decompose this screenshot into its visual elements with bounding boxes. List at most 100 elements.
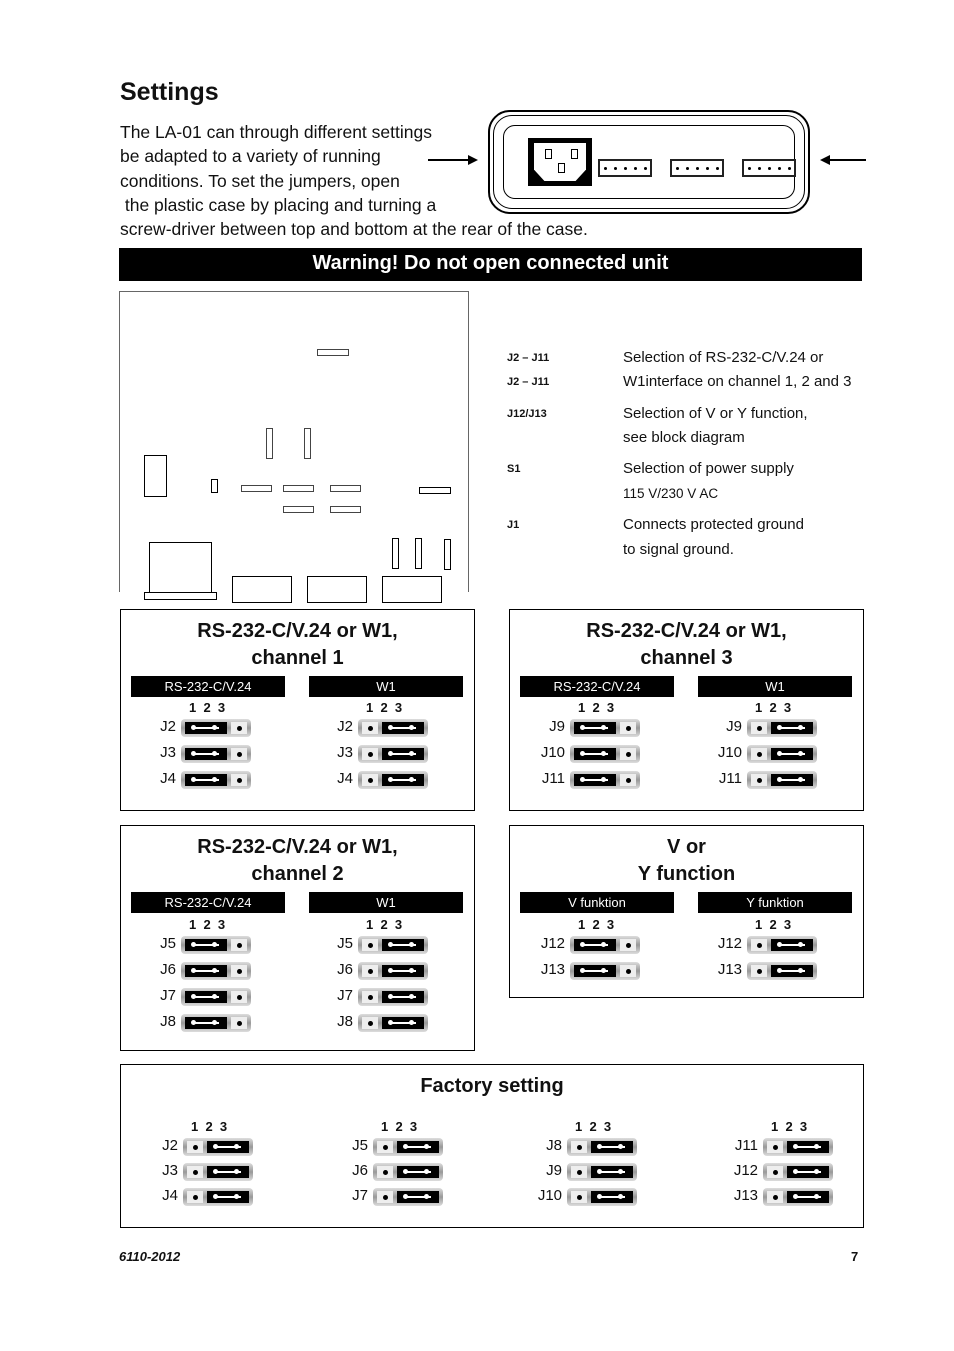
jumper-pin: [377, 1191, 393, 1203]
jumper-block: [763, 1138, 833, 1156]
panel-title: RS-232-C/V.24 or W1, channel 2: [121, 834, 474, 888]
jumper-pin: [362, 965, 378, 977]
jumper-pin: [187, 1191, 203, 1203]
jumper-pin: [751, 965, 767, 977]
jumper-label: J9: [726, 718, 742, 735]
jumper-pin: [362, 748, 378, 760]
jumper-label: J13: [733, 1187, 758, 1204]
option-header: Y funktion: [698, 892, 852, 913]
jumper-block: [570, 962, 640, 980]
jumper-label: J2: [337, 718, 353, 735]
panel-title-line: channel 3: [640, 647, 733, 669]
jumper-block: [358, 719, 428, 737]
jumper-cap: [574, 939, 616, 951]
jumper-pin: [231, 722, 247, 734]
panel-title-line: RS-232-C/V.24 or W1,: [197, 620, 398, 642]
arrow-left-icon: [820, 155, 866, 165]
jumper-label: J10: [717, 744, 742, 761]
jumper-cap: [574, 774, 616, 786]
jumper-block: [570, 936, 640, 954]
jumper-cap: [207, 1191, 249, 1203]
pin-numbers: 1 2 3: [578, 700, 615, 715]
channel-1-panel: RS-232-C/V.24 or W1, channel 1 RS-232-C/V.…: [120, 609, 475, 811]
jumper-pin: [751, 748, 767, 760]
jumper-label: J9: [546, 1162, 562, 1179]
option-header: W1: [309, 892, 463, 913]
jumper-block: [763, 1188, 833, 1206]
jumper-cap: [591, 1141, 633, 1153]
jumper-block: [567, 1188, 637, 1206]
jumper-label: J11: [734, 1137, 758, 1154]
option-header: RS-232-C/V.24: [131, 892, 285, 913]
jumper-pin: [620, 748, 636, 760]
jumper-block: [181, 936, 251, 954]
jumper-pin: [377, 1141, 393, 1153]
jumper-cap: [207, 1141, 249, 1153]
jumper-block: [747, 719, 817, 737]
panel-title-line: channel 2: [251, 863, 344, 885]
pin-numbers: 1 2 3: [575, 1119, 612, 1134]
jumper-block: [567, 1163, 637, 1181]
jumper-cap: [771, 748, 813, 760]
case-rear-diagram: [488, 110, 810, 214]
jumper-block: [181, 719, 251, 737]
legend-value: 115 V/230 V AC: [623, 486, 719, 501]
jumper-cap: [382, 722, 424, 734]
option-header: W1: [698, 676, 852, 697]
jumper-pin: [231, 748, 247, 760]
jumper-label: J3: [162, 1162, 178, 1179]
panel-title: Factory setting: [420, 1075, 564, 1097]
jumper-cap: [185, 722, 227, 734]
option-header: RS-232-C/V.24: [131, 676, 285, 697]
jumper-cap: [397, 1141, 439, 1153]
jumper-label: J2: [162, 1137, 178, 1154]
jumper-block: [358, 1014, 428, 1032]
page-title: Settings: [120, 78, 219, 106]
jumper-block: [181, 771, 251, 789]
connector-icon: [598, 159, 652, 177]
panel-title-line: RS-232-C/V.24 or W1,: [586, 620, 787, 642]
jumper-block: [358, 745, 428, 763]
jumper-cap: [185, 774, 227, 786]
jumper-block: [358, 988, 428, 1006]
jumper-label: J10: [537, 1187, 562, 1204]
jumper-block: [181, 988, 251, 1006]
panel-title-line: Y function: [637, 863, 736, 885]
pin-numbers: 1 2 3: [189, 700, 226, 715]
power-socket-icon: [528, 138, 592, 186]
jumper-label: J13: [540, 961, 565, 978]
jumper-pin: [571, 1191, 587, 1203]
connector-icon: [742, 159, 796, 177]
jumper-block: [747, 936, 817, 954]
jumper-cap: [771, 722, 813, 734]
jumper-pin: [362, 1017, 378, 1029]
jumper-pin: [362, 774, 378, 786]
legend-value: Selection of V or Y function,: [623, 405, 808, 422]
v-y-function-panel: V or Y function V funktion Y funktion 1 2 3 J…: [509, 825, 864, 998]
legend-value: to signal ground.: [623, 541, 734, 558]
jumper-label: J5: [160, 935, 176, 952]
pin-numbers: 1 2 3: [755, 917, 792, 932]
jumper-cap: [382, 939, 424, 951]
jumper-block: [570, 771, 640, 789]
connector-icon: [670, 159, 724, 177]
legend-key: S1: [507, 463, 521, 475]
jumper-label: J13: [717, 961, 742, 978]
pin-numbers: 1 2 3: [366, 700, 403, 715]
jumper-block: [373, 1163, 443, 1181]
jumper-cap: [787, 1191, 829, 1203]
legend-key: J1: [507, 519, 520, 531]
legend-value: see block diagram: [623, 429, 745, 446]
jumper-block: [181, 1014, 251, 1032]
jumper-pin: [620, 722, 636, 734]
jumper-pin: [767, 1166, 783, 1178]
jumper-pin: [571, 1141, 587, 1153]
legend-value: Connects protected ground: [623, 516, 804, 533]
pin-numbers: 1 2 3: [755, 700, 792, 715]
jumper-pin: [751, 774, 767, 786]
jumper-block: [747, 771, 817, 789]
panel-title-line: channel 1: [251, 647, 344, 669]
legend-key: J2 – J11: [507, 352, 550, 364]
jumper-pin: [231, 1017, 247, 1029]
jumper-block: [763, 1163, 833, 1181]
